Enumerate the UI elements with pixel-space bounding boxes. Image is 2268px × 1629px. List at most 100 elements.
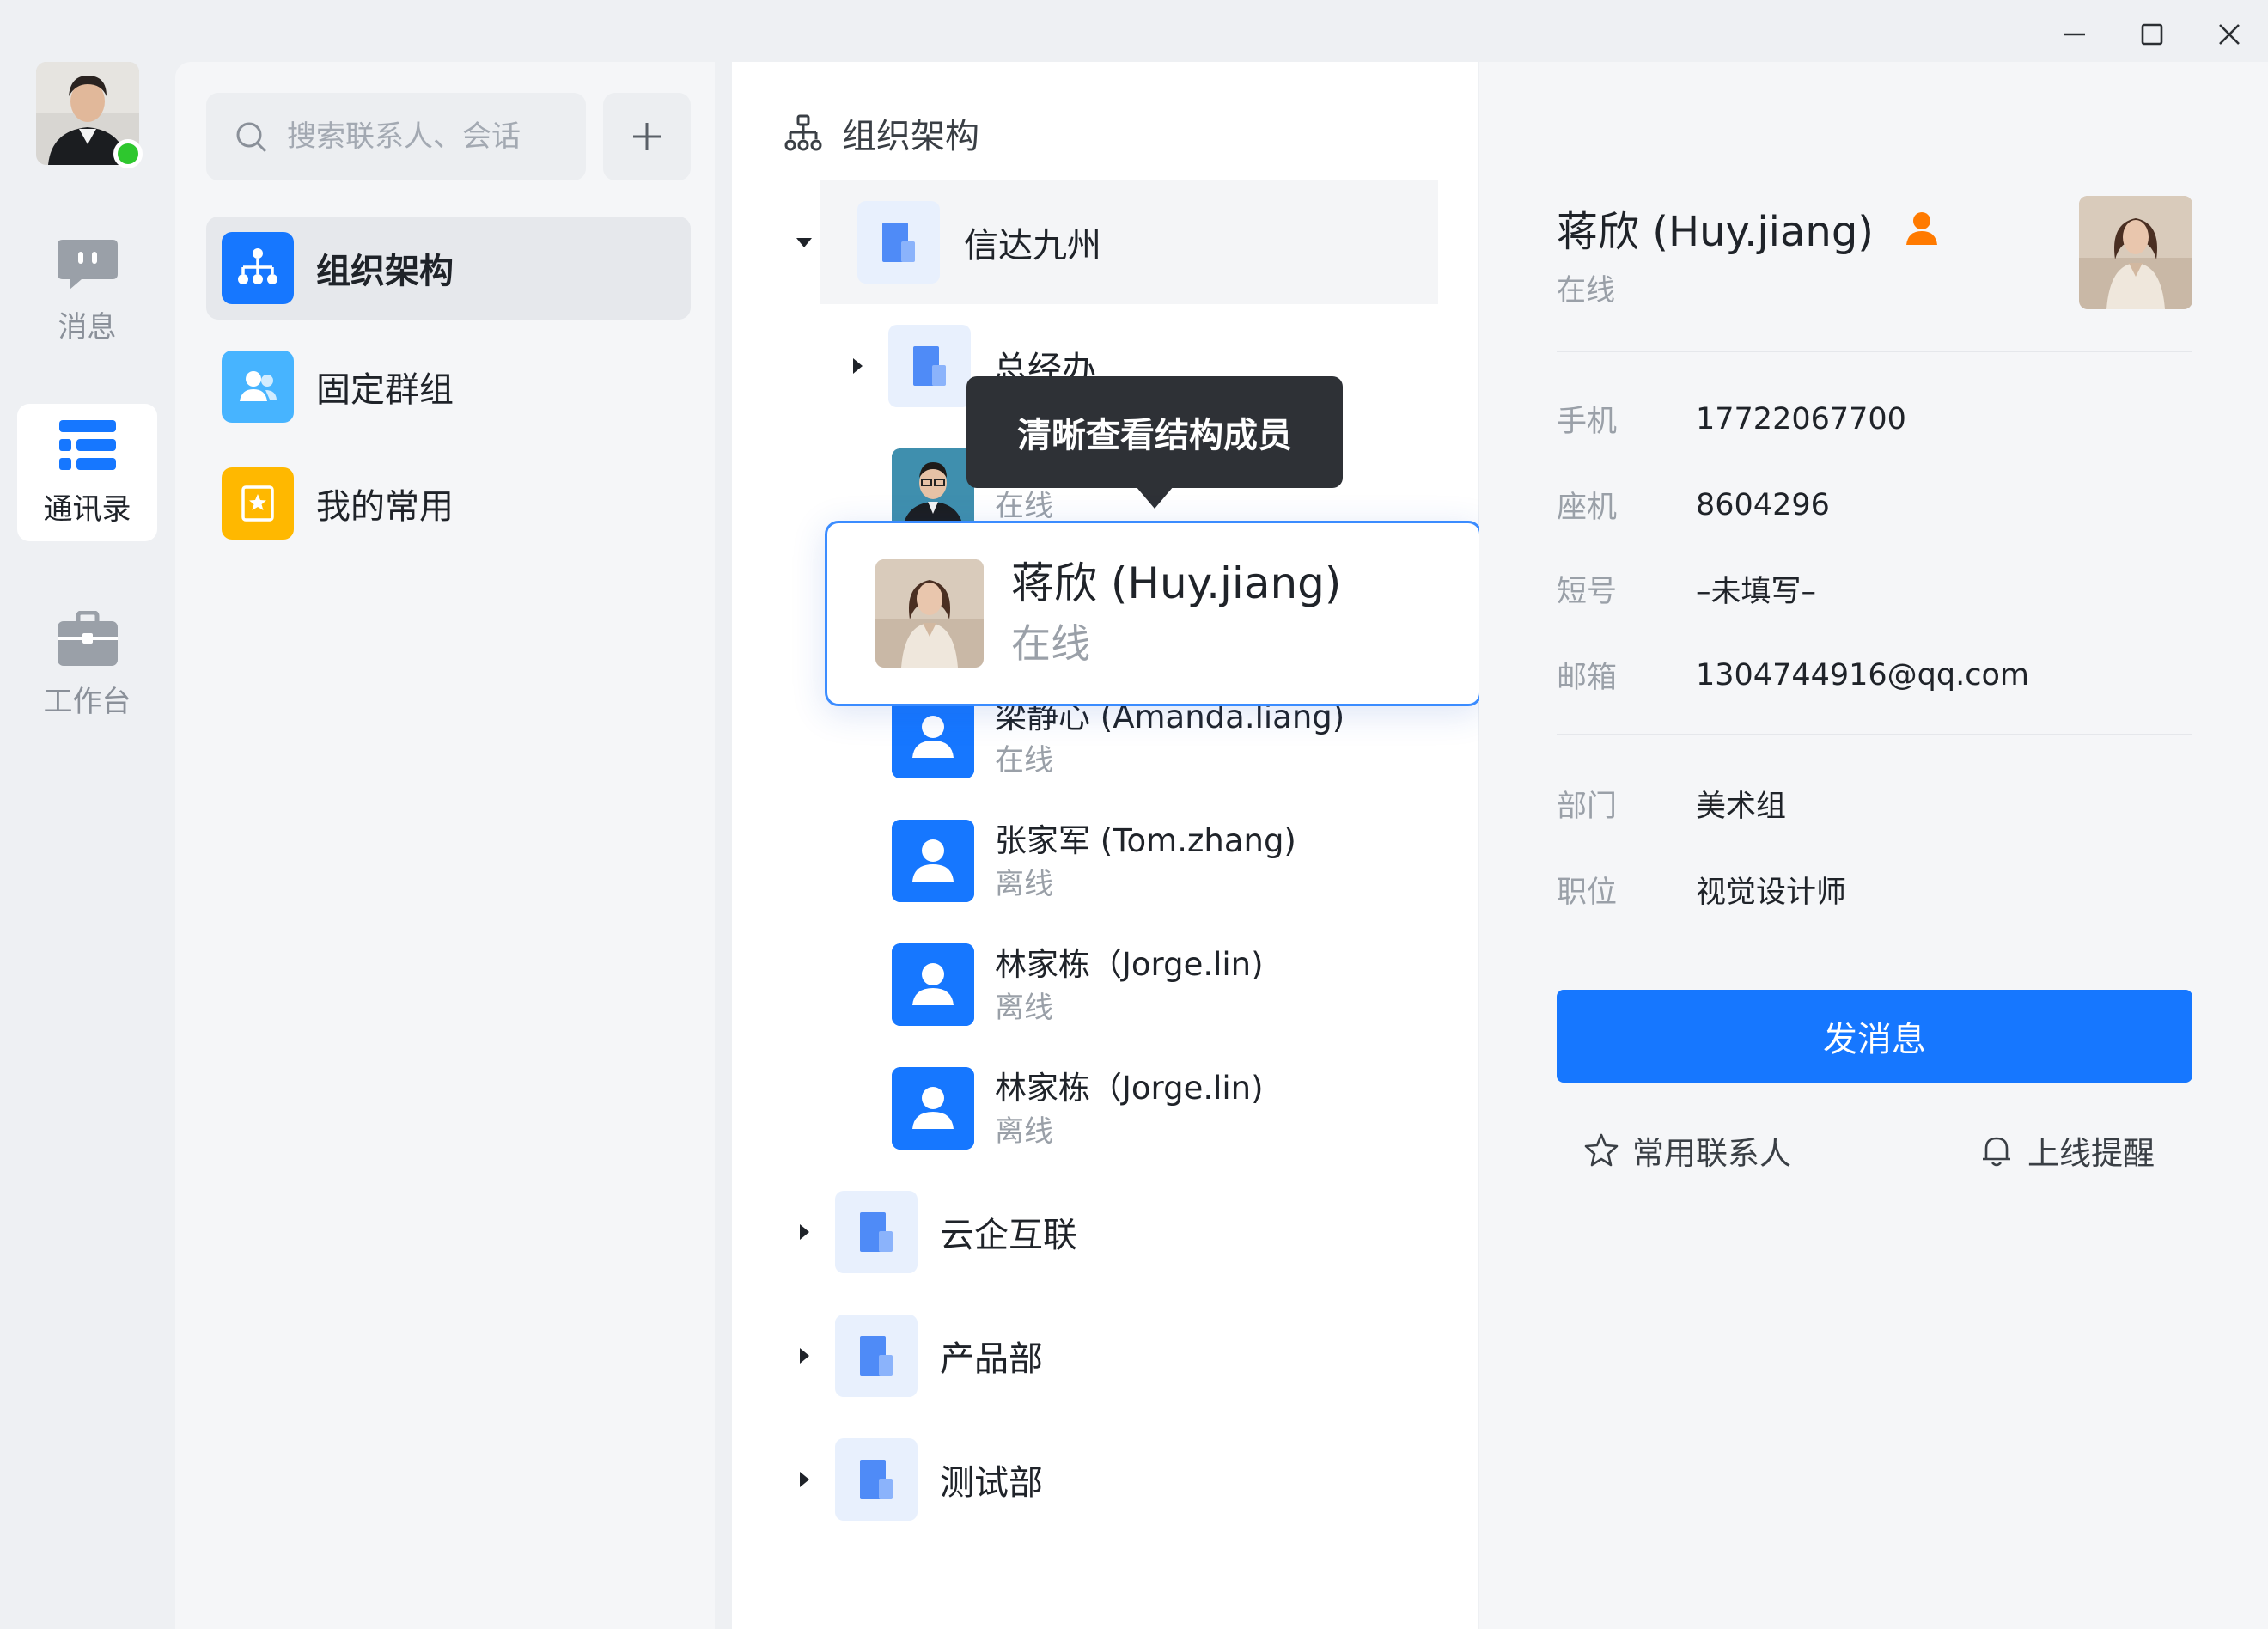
field-key: 手机 (1557, 405, 1618, 439)
add-button[interactable] (603, 93, 691, 180)
member-status: 离线 (995, 1114, 1053, 1149)
divider (1557, 351, 2192, 352)
tree-node-dept[interactable]: 云企互联 (792, 1191, 1077, 1273)
briefcase-icon (57, 610, 118, 666)
org-chart-icon (784, 114, 822, 151)
caret-collapsed[interactable] (792, 1344, 816, 1368)
member-row[interactable]: 梁静心 (Amanda.liang) 在线 (892, 696, 1344, 782)
department-icon (835, 1438, 918, 1521)
menu-favorites[interactable]: 我的常用 (206, 452, 691, 555)
favorite-contact-button[interactable]: 常用联系人 (1582, 1127, 1791, 1174)
menu-fixed-groups[interactable]: 固定群组 (206, 335, 691, 438)
nav-messages-label: 消息 (58, 309, 117, 345)
field-landline: 座机 8604296 (1557, 483, 1830, 527)
search-box[interactable] (206, 93, 586, 180)
caret-right-icon (853, 358, 863, 374)
window-controls (2036, 9, 2268, 60)
field-value: 美术组 (1696, 790, 1787, 824)
field-value[interactable]: 17722067700 (1696, 402, 1906, 436)
favorites-tile (222, 467, 294, 540)
minimize-icon (2064, 33, 2085, 36)
menu-favorites-label: 我的常用 (316, 487, 454, 527)
caret-down-icon (796, 238, 812, 247)
maximize-button[interactable] (2113, 9, 2191, 60)
member-avatar (875, 559, 984, 668)
tree-node-dept-label: 云企互联 (940, 1216, 1077, 1255)
member-avatar (892, 696, 974, 778)
member-name: 林家栋（Jorge.lin) (995, 946, 1264, 983)
tooltip: 清晰查看结构成员 (966, 376, 1343, 488)
send-message-button[interactable]: 发消息 (1557, 990, 2192, 1083)
bell-icon (1983, 1137, 2010, 1167)
field-value[interactable]: 1304744916@qq.com (1696, 658, 2029, 692)
menu-org-structure[interactable]: 组织架构 (206, 217, 691, 320)
caret-expanded[interactable] (792, 230, 816, 254)
field-key: 邮箱 (1557, 661, 1618, 695)
tree-node-dept[interactable]: 产品部 (792, 1315, 1043, 1397)
menu-fixed-groups-label: 固定群组 (316, 370, 454, 410)
field-value[interactable]: 8604296 (1696, 488, 1830, 522)
tooltip-text: 清晰查看结构成员 (1017, 416, 1292, 455)
tree-header: 组织架构 (783, 108, 979, 158)
search-input[interactable] (287, 119, 562, 154)
member-status: 在线 (995, 743, 1053, 778)
field-key: 部门 (1557, 790, 1618, 824)
member-row[interactable]: 林家栋（Jorge.lin) 离线 (892, 1067, 1264, 1153)
star-outline-icon (1584, 1133, 1619, 1167)
caret-collapsed[interactable] (845, 354, 869, 378)
avatar-man-glasses-photo (892, 448, 974, 531)
star-bookmark-icon (241, 485, 274, 522)
detail-status: 在线 (1557, 273, 1615, 308)
close-button[interactable] (2191, 9, 2268, 60)
caret-collapsed[interactable] (792, 1467, 816, 1492)
caret-right-icon (800, 1472, 809, 1487)
field-value: 视觉设计师 (1696, 876, 1847, 910)
member-status: 在线 (1011, 620, 1090, 667)
department-icon (835, 1191, 918, 1273)
org-structure-tile (222, 232, 294, 304)
online-status-dot (113, 139, 143, 168)
tree-node-root[interactable]: 信达九州 (792, 201, 1101, 284)
user-placeholder-icon (892, 820, 974, 902)
field-position: 职位 视觉设计师 (1557, 868, 1846, 912)
tree-node-dept-label: 产品部 (940, 1339, 1043, 1379)
field-short-number: 短号 –未填写– (1557, 567, 1816, 611)
member-avatar (892, 943, 974, 1026)
tree-title: 组织架构 (842, 117, 979, 156)
building-icon (860, 1460, 893, 1499)
online-reminder-label: 上线提醒 (2027, 1135, 2155, 1172)
minimize-button[interactable] (2036, 9, 2113, 60)
building-icon (860, 1212, 893, 1252)
caret-right-icon (800, 1348, 809, 1364)
member-row[interactable]: 林家栋（Jorge.lin) 离线 (892, 943, 1264, 1029)
field-key: 职位 (1557, 876, 1618, 910)
close-icon (2219, 24, 2240, 45)
detail-avatar[interactable] (2079, 196, 2192, 309)
caret-collapsed[interactable] (792, 1220, 816, 1244)
search-icon (236, 122, 266, 152)
member-row[interactable]: 张家军 (Tom.zhang) 离线 (892, 820, 1296, 906)
org-tree-panel: 组织架构 信达九州 总经办 在线 梁静心 (Amanda.liang) 在线 张… (732, 62, 1478, 1629)
department-icon (835, 1315, 918, 1397)
building-icon (882, 223, 915, 262)
fixed-groups-tile (222, 351, 294, 423)
plus-icon (633, 123, 661, 150)
contacts-sidebar: 组织架构 固定群组 我的常用 (175, 62, 715, 1629)
nav-messages[interactable]: 消息 (17, 222, 157, 359)
tree-node-dept[interactable]: 测试部 (792, 1438, 1043, 1521)
focused-member-card[interactable]: 蒋欣 (Huy.jiang) 在线 (825, 521, 1482, 706)
online-reminder-button[interactable]: 上线提醒 (1978, 1127, 2155, 1174)
menu-org-structure-label: 组织架构 (316, 252, 454, 291)
member-name: 蒋欣 (Huy.jiang) (1011, 558, 1342, 608)
detail-name-row: 蒋欣 (Huy.jiang) (1557, 198, 1941, 258)
member-name: 张家军 (Tom.zhang) (995, 822, 1296, 859)
nav-contacts[interactable]: 通讯录 (17, 404, 157, 541)
department-icon (888, 325, 971, 407)
nav-workbench[interactable]: 工作台 (17, 596, 157, 734)
divider (1557, 734, 2192, 735)
field-mobile: 手机 17722067700 (1557, 397, 1906, 441)
nav-rail: 消息 通讯录 工作台 (0, 0, 174, 1629)
detail-name: 蒋欣 (Huy.jiang) (1557, 208, 1875, 256)
building-icon (913, 346, 946, 386)
contact-detail-panel: 蒋欣 (Huy.jiang) 在线 手机 17722067700 座机 8604… (1479, 62, 2268, 1629)
